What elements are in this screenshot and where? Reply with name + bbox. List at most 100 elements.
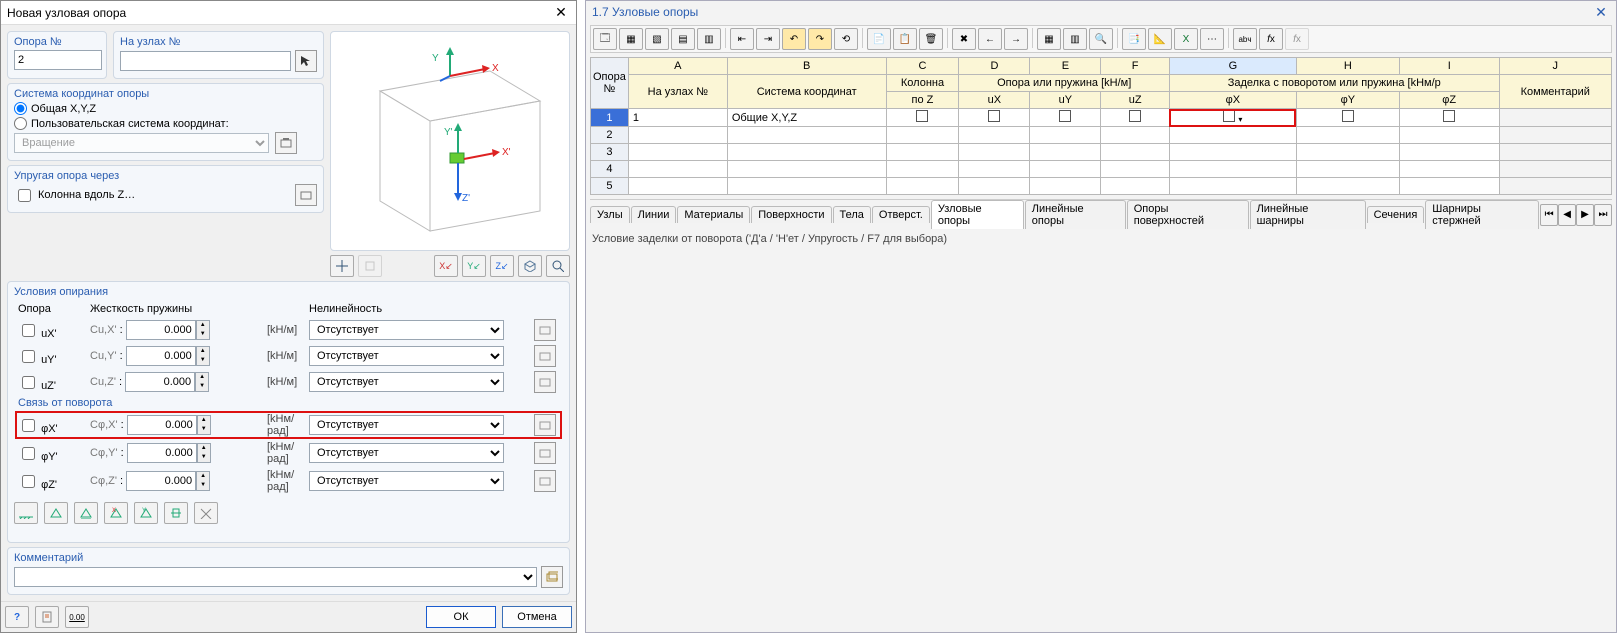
empty-cell[interactable] xyxy=(1101,178,1170,195)
empty-cell[interactable] xyxy=(1101,161,1170,178)
tb-13[interactable]: 🗑 xyxy=(919,28,943,50)
preset-5-button[interactable]: Y xyxy=(134,502,158,524)
close-icon[interactable]: ✕ xyxy=(552,4,570,22)
tb-9[interactable]: ↷ xyxy=(808,28,832,50)
tb-19[interactable]: 🔍 xyxy=(1089,28,1113,50)
empty-cell[interactable] xyxy=(1030,178,1101,195)
empty-cell[interactable] xyxy=(727,127,886,144)
empty-cell[interactable] xyxy=(1169,127,1296,144)
empty-cell[interactable] xyxy=(1169,178,1296,195)
cell-uz[interactable] xyxy=(1101,109,1170,127)
spin-up-icon[interactable]: ▲ xyxy=(196,373,208,382)
tb-6[interactable]: ⇤ xyxy=(730,28,754,50)
spin-down-icon[interactable]: ▼ xyxy=(196,382,208,391)
spin-up-icon[interactable]: ▲ xyxy=(197,472,209,481)
row-hdr[interactable]: 3 xyxy=(591,144,629,161)
view-x-button[interactable]: X↙ xyxy=(434,255,458,277)
row-hdr[interactable]: 1 xyxy=(591,109,629,127)
tab-линейные-шарниры[interactable]: Линейные шарниры xyxy=(1250,200,1366,229)
rot-val-2[interactable] xyxy=(126,471,196,491)
trans-nl-2[interactable]: Отсутствует xyxy=(309,372,504,392)
col-A[interactable]: A xyxy=(628,58,727,75)
tab-отверст-[interactable]: Отверст. xyxy=(872,206,930,223)
ok-button[interactable]: ОК xyxy=(426,606,496,628)
tb-22[interactable]: ⋯ xyxy=(1200,28,1224,50)
notes-button[interactable] xyxy=(35,606,59,628)
tab-поверхности[interactable]: Поверхности xyxy=(751,206,831,223)
rot-nlbtn-2[interactable] xyxy=(534,470,556,492)
col-E[interactable]: E xyxy=(1030,58,1101,75)
csys-edit-button[interactable] xyxy=(275,132,297,154)
elastic-edit-button[interactable] xyxy=(295,184,317,206)
cell-ux[interactable] xyxy=(959,109,1030,127)
trans-nl-0[interactable]: Отсутствует xyxy=(309,320,504,340)
empty-cell[interactable] xyxy=(1169,144,1296,161)
tab-материалы[interactable]: Материалы xyxy=(677,206,750,223)
empty-cell[interactable] xyxy=(1296,161,1399,178)
help-button[interactable]: ? xyxy=(5,606,29,628)
tb-5[interactable]: ▥ xyxy=(697,28,721,50)
tb-11[interactable]: 📄 xyxy=(867,28,891,50)
trans-chk-0[interactable] xyxy=(22,324,35,337)
tb-12[interactable]: 📋 xyxy=(893,28,917,50)
tab-узловые-опоры[interactable]: Узловые опоры xyxy=(931,200,1024,229)
empty-cell[interactable] xyxy=(1296,127,1399,144)
empty-cell[interactable] xyxy=(1030,127,1101,144)
tb-fx2[interactable]: fx xyxy=(1285,28,1309,50)
spin-up-icon[interactable]: ▲ xyxy=(198,416,210,425)
empty-cell[interactable] xyxy=(1499,144,1611,161)
tb-14[interactable]: ✖ xyxy=(952,28,976,50)
preset-4-button[interactable]: X xyxy=(104,502,128,524)
preset-3-button[interactable] xyxy=(74,502,98,524)
cancel-button[interactable]: Отмена xyxy=(502,606,572,628)
empty-cell[interactable] xyxy=(1499,161,1611,178)
empty-cell[interactable] xyxy=(1296,144,1399,161)
empty-cell[interactable] xyxy=(1399,178,1499,195)
tab-тела[interactable]: Тела xyxy=(833,206,871,223)
trans-val-1[interactable] xyxy=(126,346,196,366)
spin-down-icon[interactable]: ▼ xyxy=(197,356,209,365)
tab-scroll-next[interactable]: ▶ xyxy=(1576,204,1594,226)
on-nodes-input[interactable] xyxy=(120,51,291,71)
spin-up-icon[interactable]: ▲ xyxy=(197,321,209,330)
preset-7-button[interactable] xyxy=(194,502,218,524)
tb-10[interactable]: ⟲ xyxy=(834,28,858,50)
cell-phy[interactable] xyxy=(1296,109,1399,127)
cell-csys[interactable]: Общие X,Y,Z xyxy=(727,109,886,127)
cell-uy[interactable] xyxy=(1030,109,1101,127)
trans-nlbtn-0[interactable] xyxy=(534,319,556,341)
empty-cell[interactable] xyxy=(628,127,727,144)
tb-fx[interactable]: fx xyxy=(1259,28,1283,50)
preset-6-button[interactable] xyxy=(164,502,188,524)
empty-cell[interactable] xyxy=(628,178,727,195)
empty-cell[interactable] xyxy=(727,161,886,178)
tab-scroll-first[interactable]: ⏮ xyxy=(1540,204,1558,226)
trans-val-2[interactable] xyxy=(125,372,195,392)
csys-global-radio[interactable] xyxy=(14,102,27,115)
col-G[interactable]: G xyxy=(1169,58,1296,75)
empty-cell[interactable] xyxy=(1101,127,1170,144)
empty-cell[interactable] xyxy=(886,178,959,195)
rot-chk-1[interactable] xyxy=(22,447,35,460)
rot-val-0[interactable] xyxy=(127,415,197,435)
tb-8[interactable]: ↶ xyxy=(782,28,806,50)
rot-val-1[interactable] xyxy=(127,443,197,463)
trans-chk-2[interactable] xyxy=(22,376,35,389)
tb-1[interactable]: 🗔 xyxy=(593,28,617,50)
spin-down-icon[interactable]: ▼ xyxy=(198,425,210,434)
view-move-button[interactable] xyxy=(330,255,354,277)
empty-cell[interactable] xyxy=(959,144,1030,161)
table-close-icon[interactable]: ✕ xyxy=(1592,3,1610,21)
empty-cell[interactable] xyxy=(1499,178,1611,195)
rot-nlbtn-1[interactable] xyxy=(534,442,556,464)
empty-cell[interactable] xyxy=(1296,178,1399,195)
tab-scroll-last[interactable]: ⏭ xyxy=(1594,204,1612,226)
empty-cell[interactable] xyxy=(1399,161,1499,178)
spin-down-icon[interactable]: ▼ xyxy=(197,330,209,339)
empty-cell[interactable] xyxy=(1169,161,1296,178)
tb-23[interactable]: abч xyxy=(1233,28,1257,50)
tb-17[interactable]: ▦ xyxy=(1037,28,1061,50)
empty-cell[interactable] xyxy=(727,178,886,195)
tab-сечения[interactable]: Сечения xyxy=(1367,206,1425,223)
empty-cell[interactable] xyxy=(886,127,959,144)
